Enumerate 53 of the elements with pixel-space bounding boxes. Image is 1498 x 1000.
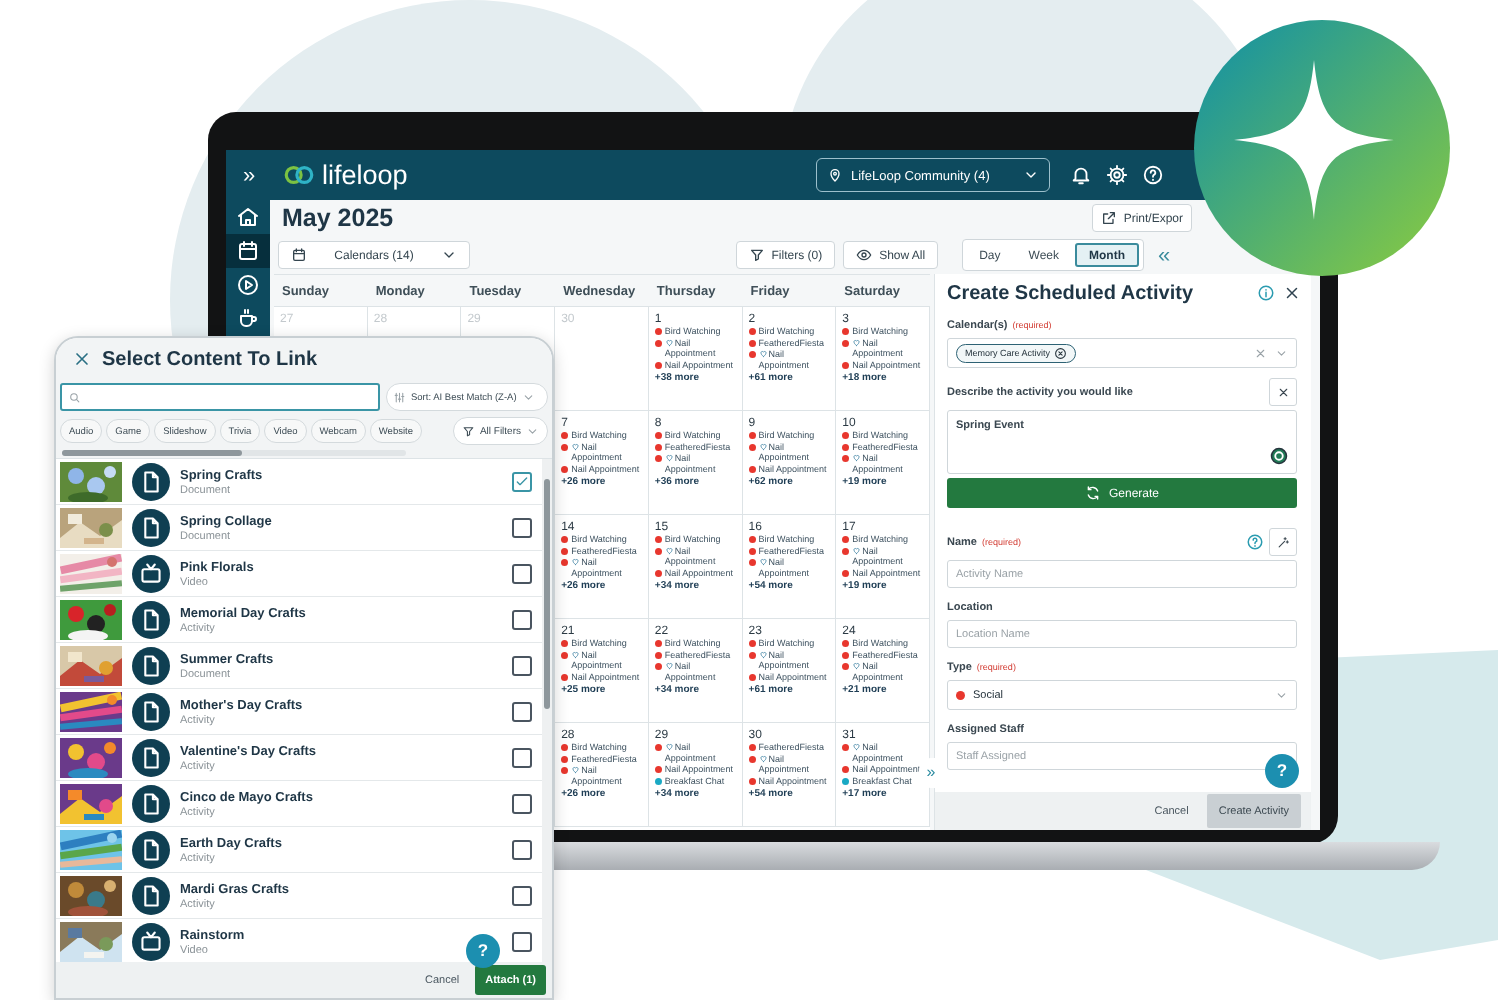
checkbox[interactable] bbox=[512, 655, 532, 676]
scrollbar[interactable] bbox=[542, 459, 552, 962]
tv-icon bbox=[132, 554, 170, 593]
scrollbar[interactable] bbox=[62, 450, 406, 456]
checkbox[interactable] bbox=[512, 793, 532, 814]
checkbox[interactable] bbox=[512, 885, 532, 906]
pin-icon bbox=[827, 167, 843, 183]
cup-icon bbox=[236, 307, 260, 331]
dialog-title: Select Content To Link bbox=[102, 347, 318, 371]
search-field[interactable] bbox=[60, 383, 380, 411]
eye-icon bbox=[856, 247, 873, 263]
chevron-icon bbox=[1023, 167, 1039, 183]
logo-icon bbox=[282, 161, 316, 189]
help-button[interactable]: ? bbox=[466, 934, 500, 968]
help-button[interactable]: ? bbox=[1265, 754, 1299, 788]
assistant-icon[interactable] bbox=[1270, 447, 1288, 465]
nav-button[interactable] bbox=[226, 234, 270, 268]
checkbox[interactable] bbox=[512, 701, 532, 722]
refresh-icon bbox=[1084, 485, 1101, 501]
document-icon bbox=[132, 830, 170, 869]
month-title: May 2025 bbox=[282, 203, 396, 233]
home-icon bbox=[236, 205, 260, 229]
checkbox[interactable] bbox=[512, 563, 532, 584]
checkbox[interactable] bbox=[512, 931, 532, 952]
close-icon[interactable] bbox=[1283, 284, 1301, 302]
calendar-icon bbox=[291, 247, 307, 263]
export-icon bbox=[1100, 210, 1117, 226]
play-icon bbox=[236, 273, 260, 297]
document-icon bbox=[132, 784, 170, 823]
document-icon bbox=[132, 646, 170, 685]
document-icon bbox=[132, 600, 170, 639]
close-icon[interactable] bbox=[72, 349, 92, 369]
checkbox[interactable] bbox=[512, 471, 532, 492]
bell-icon[interactable] bbox=[1070, 164, 1092, 186]
settings-icon[interactable] bbox=[1106, 164, 1128, 186]
logo-text: lifeloop bbox=[322, 159, 408, 191]
checkbox[interactable] bbox=[512, 517, 532, 538]
document-icon bbox=[132, 692, 170, 731]
expand-button[interactable]: » bbox=[236, 162, 262, 188]
document-icon bbox=[132, 876, 170, 915]
checkbox[interactable] bbox=[512, 839, 532, 860]
collapse-button[interactable]: « bbox=[1152, 242, 1176, 268]
panel-title: Create Scheduled Activity bbox=[947, 281, 1195, 305]
filter-icon bbox=[748, 247, 765, 263]
checkbox[interactable] bbox=[512, 609, 532, 630]
tv-icon bbox=[132, 922, 170, 961]
chevron-icon bbox=[441, 247, 457, 263]
document-icon bbox=[132, 738, 170, 777]
checkbox[interactable] bbox=[512, 747, 532, 768]
document-icon bbox=[132, 462, 170, 501]
calendar-icon bbox=[236, 239, 260, 263]
document-icon bbox=[132, 508, 170, 547]
info-icon[interactable] bbox=[1257, 284, 1275, 302]
